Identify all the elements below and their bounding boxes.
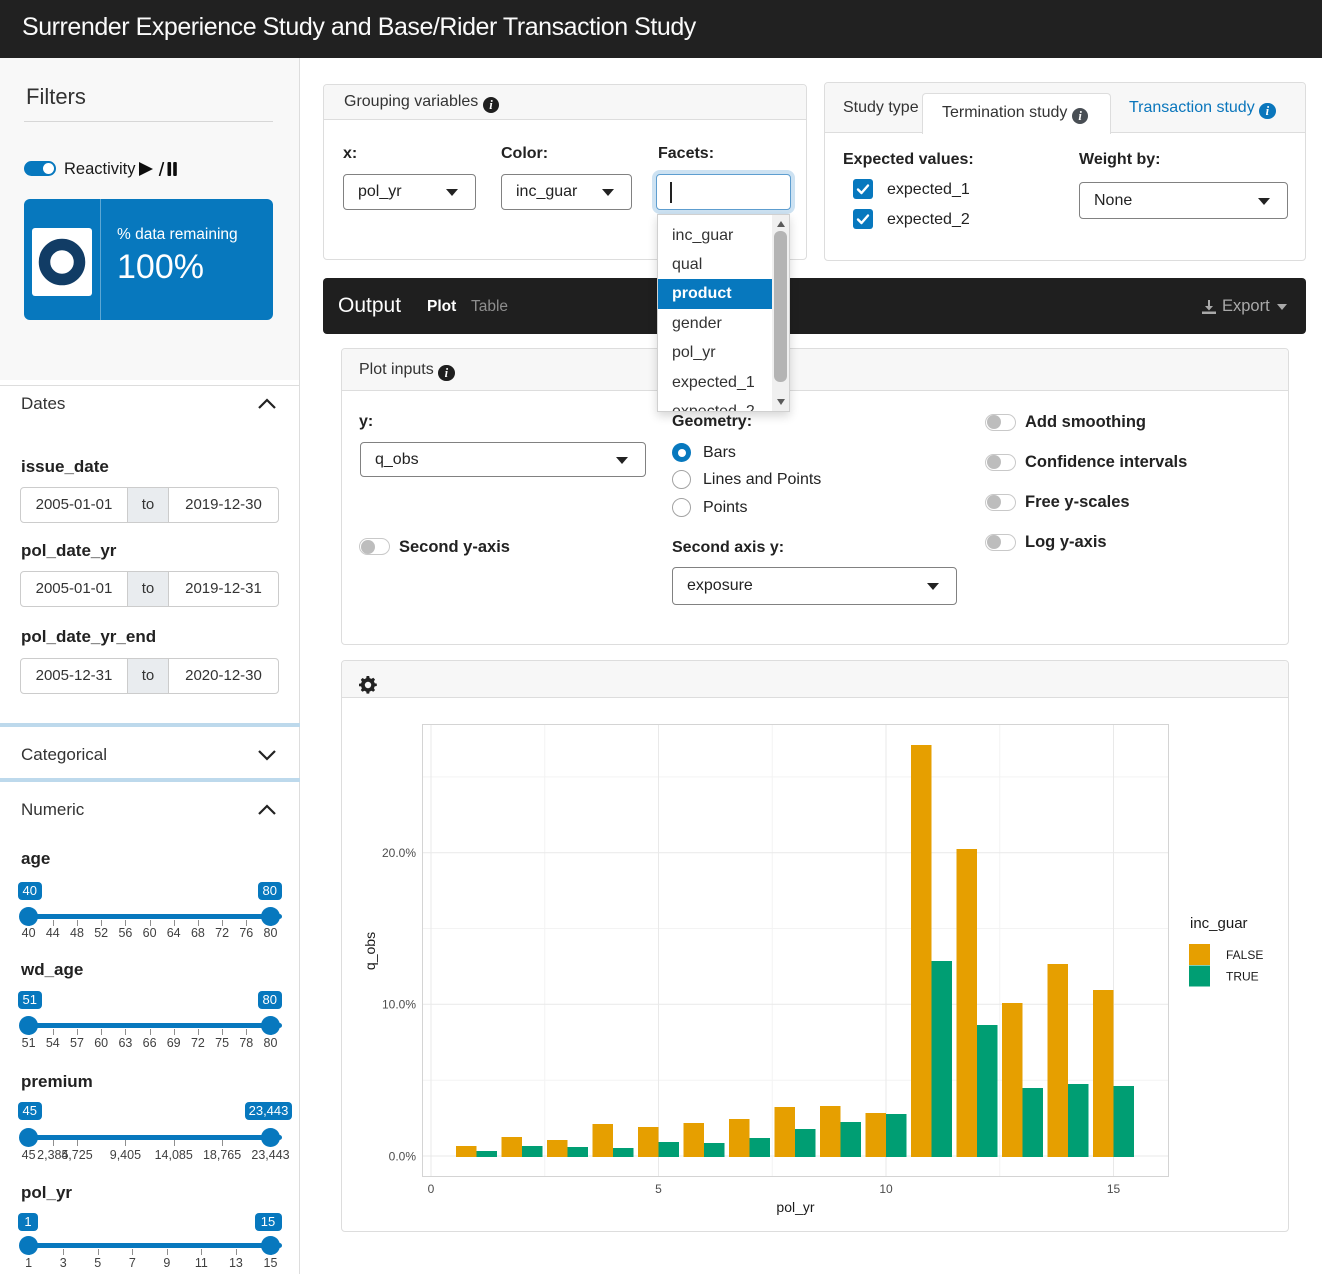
svg-text:5: 5 (655, 1182, 662, 1196)
svg-text:0: 0 (428, 1182, 435, 1196)
svg-text:20.0%: 20.0% (382, 846, 416, 860)
svg-text:q_obs: q_obs (362, 932, 378, 970)
svg-text:10: 10 (879, 1182, 893, 1196)
svg-text:pol_yr: pol_yr (776, 1199, 814, 1215)
svg-text:FALSE: FALSE (1226, 948, 1263, 962)
svg-text:inc_guar: inc_guar (1190, 915, 1248, 932)
svg-text:10.0%: 10.0% (382, 998, 416, 1012)
svg-text:TRUE: TRUE (1226, 970, 1259, 984)
svg-text:0.0%: 0.0% (389, 1150, 417, 1164)
svg-text:15: 15 (1107, 1182, 1121, 1196)
